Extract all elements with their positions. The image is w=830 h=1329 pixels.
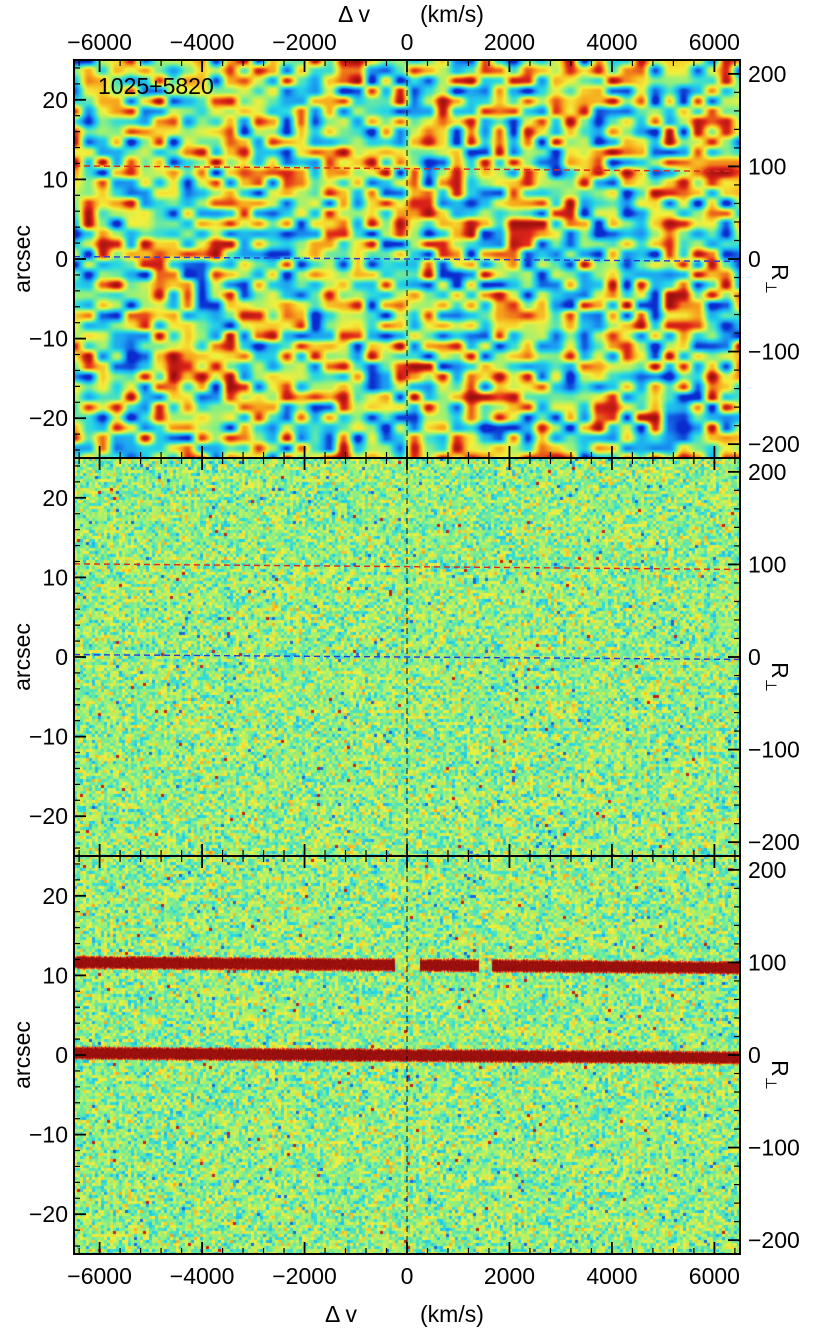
x-bottom-tick-label: 6000: [689, 1263, 740, 1289]
x-bottom-tick-label: −2000: [272, 1263, 337, 1289]
x-top-tick-label: 4000: [586, 29, 637, 55]
y-right-tick-label: −100: [748, 737, 800, 763]
y-right-tick-label: 200: [748, 459, 786, 485]
y-right-tick-label: 0: [748, 644, 761, 670]
y-left-tick-label: −10: [29, 1122, 68, 1148]
x-bottom-tick-label: 2000: [484, 1263, 535, 1289]
y-left-tick-label: −10: [29, 724, 68, 750]
x-bottom-tick-label: −6000: [67, 1263, 132, 1289]
y-left-tick-label: 20: [42, 485, 68, 511]
y-right-tick-label: 100: [748, 949, 786, 975]
y-left-axis-title: arcsec: [9, 225, 35, 293]
y-left-tick-label: −20: [29, 405, 68, 431]
y-left-tick-label: 10: [42, 564, 68, 590]
y-right-tick-label: −200: [748, 829, 800, 855]
y-left-tick-label: 20: [42, 87, 68, 113]
y-right-axis-title-subscript: ⊥: [762, 281, 779, 294]
y-right-axis-title-subscript: ⊥: [762, 1077, 779, 1090]
y-right-tick-label: 0: [748, 1042, 761, 1068]
x-axis-title-bottom-unit: (km/s): [420, 1301, 484, 1327]
y-right-axis-title-symbol: R: [767, 264, 793, 281]
y-right-axis-title: R⊥: [762, 1060, 793, 1090]
y-right-axis-title: R⊥: [762, 264, 793, 294]
y-right-tick-label: 100: [748, 153, 786, 179]
panel-3: −20−1001020−200−1000100200arcsec R⊥: [9, 855, 800, 1255]
panel-3-heatmap: [74, 856, 740, 1254]
x-axis-title-top-symbol: Δ v: [338, 1, 370, 27]
y-left-tick-label: −10: [29, 326, 68, 352]
y-left-tick-label: 10: [42, 962, 68, 988]
y-right-axis-title-symbol: R: [767, 662, 793, 679]
x-bottom-tick-label: 0: [401, 1263, 414, 1289]
x-top-tick-label: −4000: [170, 29, 235, 55]
y-right-tick-label: 100: [748, 551, 786, 577]
x-axis-title-top-unit: (km/s): [420, 1, 484, 27]
x-axis-title-bottom-symbol: Δ v: [325, 1301, 357, 1327]
y-right-axis-title: R⊥: [762, 662, 793, 692]
spectrum-figure: −20−1001020−200−1000100200arcsec R⊥1025+5…: [9, 1, 800, 1327]
panel-1-label: 1025+5820: [98, 73, 214, 99]
y-left-axis-title: arcsec: [9, 623, 35, 691]
y-right-tick-label: 200: [748, 857, 786, 883]
y-right-tick-label: −100: [748, 339, 800, 365]
panel-2: −20−1001020−200−1000100200arcsec R⊥: [9, 457, 800, 857]
y-right-tick-label: 0: [748, 246, 761, 272]
x-top-tick-label: 6000: [689, 29, 740, 55]
x-top-tick-label: −2000: [272, 29, 337, 55]
panels-group: −20−1001020−200−1000100200arcsec R⊥1025+5…: [9, 59, 800, 1255]
y-right-axis-title-symbol: R: [767, 1060, 793, 1077]
y-right-axis-title-subscript: ⊥: [762, 679, 779, 692]
panel-1: −20−1001020−200−1000100200arcsec R⊥1025+5…: [9, 59, 800, 459]
x-top-tick-label: 0: [401, 29, 414, 55]
x-bottom-tick-label: −4000: [170, 1263, 235, 1289]
y-left-tick-label: 20: [42, 883, 68, 909]
y-left-tick-label: −20: [29, 1201, 68, 1227]
y-left-tick-label: 0: [55, 1042, 68, 1068]
y-right-tick-label: −200: [748, 431, 800, 457]
y-left-tick-label: 0: [55, 644, 68, 670]
x-top-tick-label: −6000: [67, 29, 132, 55]
y-left-tick-label: 0: [55, 246, 68, 272]
x-bottom-tick-label: 4000: [586, 1263, 637, 1289]
x-top-tick-label: 2000: [484, 29, 535, 55]
y-left-tick-label: 10: [42, 166, 68, 192]
y-right-tick-label: −200: [748, 1227, 800, 1253]
y-right-tick-label: −100: [748, 1135, 800, 1161]
y-right-tick-label: 200: [748, 61, 786, 87]
y-left-tick-label: −20: [29, 803, 68, 829]
y-left-axis-title: arcsec: [9, 1021, 35, 1089]
